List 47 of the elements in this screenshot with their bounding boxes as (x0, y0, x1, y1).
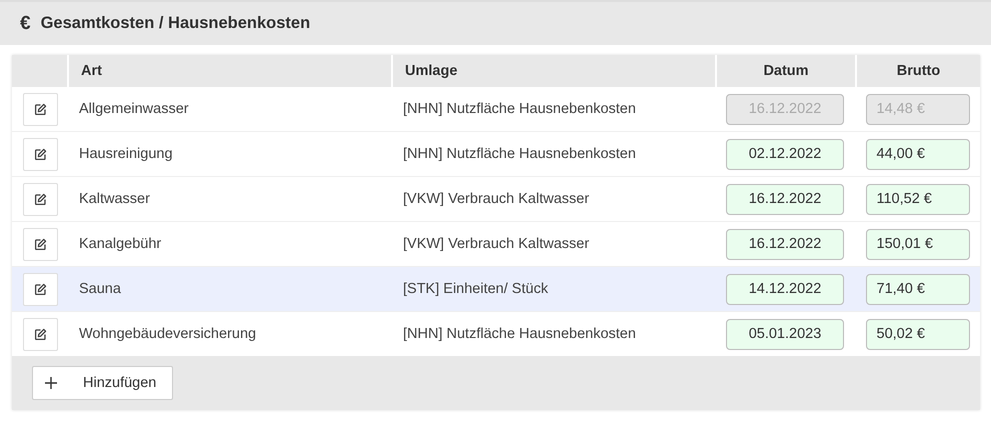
date-field[interactable]: 16.12.2022 (726, 228, 844, 260)
table-cell: Kaltwasser (79, 191, 150, 207)
amount-field[interactable]: 150,01 € (866, 228, 970, 260)
edit-button[interactable] (23, 228, 58, 260)
date-field[interactable]: 02.12.2022 (726, 138, 844, 170)
table-cell: [NHN] Nutzfläche Hausnebenkosten (403, 326, 636, 342)
table-row[interactable]: Kaltwasser [VKW] Verbrauch Kaltwasser 16.12.2022 110,52 € (12, 177, 980, 222)
table-cell: [VKW] Verbrauch Kaltwasser (403, 236, 590, 252)
edit-icon (34, 328, 47, 340)
column-header: Brutto (855, 55, 980, 87)
table-cell: [VKW] Verbrauch Kaltwasser (403, 191, 590, 207)
table-cell: Hausreinigung (79, 146, 173, 162)
amount-field[interactable]: 71,40 € (866, 274, 970, 304)
edit-icon (34, 282, 47, 296)
edit-button[interactable] (23, 318, 58, 350)
date-field[interactable]: 05.01.2023 (726, 318, 844, 350)
euro-icon: € (20, 12, 31, 34)
edit-icon (34, 102, 47, 116)
page-title: Gesamtkosten / Hausnebenkosten (40, 14, 310, 33)
amount-field: 14,48 € (866, 94, 970, 124)
edit-icon (34, 238, 47, 250)
table-cell: Wohngebäudeversicherung (79, 326, 256, 342)
date-field[interactable]: 14.12.2022 (726, 274, 844, 304)
edit-button[interactable] (23, 182, 58, 216)
edit-icon (34, 148, 47, 160)
date-field[interactable]: 16.12.2022 (726, 184, 844, 214)
table-row[interactable]: Sauna [STK] Einheiten/ Stück 14.12.2022 71,40 € (12, 267, 980, 312)
amount-field[interactable]: 50,02 € (866, 318, 970, 350)
table-row[interactable]: Kanalgebühr [VKW] Verbrauch Kaltwasser 16.12.2022 150,01 € (12, 222, 980, 267)
table-cell: [STK] Einheiten/ Stück (403, 281, 548, 297)
table-cell: Kanalgebühr (79, 236, 162, 252)
amount-field[interactable]: 110,52 € (866, 184, 970, 214)
table-cell: Sauna (79, 281, 121, 297)
column-header: Umlage (391, 55, 715, 87)
date-field: 16.12.2022 (726, 94, 844, 124)
edit-button[interactable] (23, 272, 58, 306)
edit-button[interactable] (23, 138, 58, 170)
add-button[interactable]: Hinzufügen (32, 366, 173, 400)
table-cell: Allgemeinwasser (79, 101, 189, 117)
table-cell: [NHN] Nutzfläche Hausnebenkosten (403, 101, 636, 117)
column-header: Art (67, 55, 391, 87)
edit-icon (34, 192, 47, 206)
table-row[interactable]: Hausreinigung [NHN] Nutzfläche Hausnebenkosten 02.12.2022 44,00 € (12, 132, 980, 177)
column-header: Datum (715, 55, 855, 87)
amount-field[interactable]: 44,00 € (866, 138, 970, 170)
table-cell: [NHN] Nutzfläche Hausnebenkosten (403, 146, 636, 162)
plus-icon (45, 377, 57, 389)
